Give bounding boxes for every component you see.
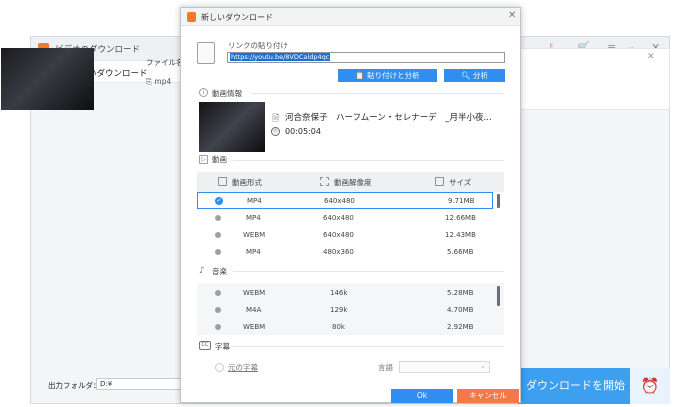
format-value: mp4 (154, 77, 172, 86)
video-format: MP4 (246, 214, 261, 222)
column-format: 動画形式 (232, 178, 262, 187)
audio-row[interactable]: WEBM 146k 5.28MB (197, 284, 493, 301)
audio-row[interactable]: M4A 129k 4.70MB (197, 301, 493, 318)
video-format: WEBM (243, 231, 266, 239)
video-icon: ▷ (199, 155, 208, 164)
clipboard-icon: 📋 (355, 71, 368, 80)
ok-button[interactable]: Ok (391, 389, 453, 403)
remove-item-close-icon[interactable]: ✕ (647, 52, 655, 62)
url-value: https://youtu.be/8VDCaldp4qc (230, 53, 331, 61)
radio-button[interactable] (215, 232, 221, 238)
divider (233, 271, 504, 272)
video-duration: 00:05:04 (285, 127, 321, 136)
divider (233, 346, 504, 347)
analyze-label: 分析 (472, 71, 488, 80)
audio-list-scrollbar[interactable] (497, 286, 500, 306)
video-table-header: 動画形式 動画解像度 サイズ (197, 172, 504, 192)
video-size: 9.71MB (448, 197, 475, 205)
chevron-down-icon[interactable]: ⌄ (480, 362, 486, 370)
output-folder-input[interactable]: D:¥ (96, 378, 182, 390)
resolution-icon (320, 177, 329, 186)
radio-button[interactable] (215, 249, 221, 255)
file-icon: ⎘ (146, 77, 152, 86)
new-download-dialog: 新しいダウンロード ✕ リンクの貼り付け https://youtu.be/8V… (180, 7, 521, 403)
app-logo-icon (187, 12, 196, 22)
video-format: MP4 (247, 197, 262, 205)
original-subtitle-label[interactable]: 元の字幕 (228, 362, 258, 373)
alarm-clock-icon[interactable]: ⏰ (630, 368, 670, 404)
document-icon: 🗎 (272, 114, 280, 124)
language-select[interactable] (399, 361, 490, 373)
audio-bitrate: 146k (330, 289, 348, 297)
column-resolution: 動画解像度 (334, 178, 372, 187)
audio-bitrate: 129k (330, 306, 348, 314)
video-info-title: 動画情報 (212, 89, 242, 98)
audio-format: WEBM (243, 323, 266, 331)
audio-format: M4A (246, 306, 262, 314)
size-icon (435, 177, 444, 186)
search-icon: 🔍︎ (461, 71, 473, 80)
format-label: ⎘ mp4 (146, 77, 171, 87)
radio-button[interactable] (215, 215, 221, 221)
format-icon (218, 177, 227, 186)
video-row[interactable]: WEBM 640x480 12.43MB (197, 226, 493, 243)
cancel-button[interactable]: キャンセル (457, 389, 519, 403)
download-item-thumbnail (1, 48, 94, 110)
audio-size: 2.92MB (447, 323, 474, 331)
video-resolution: 640x480 (323, 214, 354, 222)
subtitle-section-title: 字幕 (215, 342, 230, 351)
dialog-title: 新しいダウンロード (201, 13, 273, 22)
radio-button[interactable] (215, 290, 221, 296)
video-resolution: 480x360 (323, 248, 354, 256)
dialog-titlebar: 新しいダウンロード ✕ (181, 8, 520, 26)
audio-size: 4.70MB (447, 306, 474, 314)
paste-and-analyze-button[interactable]: 📋 貼り付けと分析 (338, 69, 437, 82)
column-size: サイズ (449, 178, 472, 187)
video-size: 12.43MB (445, 231, 476, 239)
audio-size: 5.28MB (447, 289, 474, 297)
paste-and-analyze-label: 貼り付けと分析 (367, 71, 420, 80)
radio-button[interactable] (215, 307, 221, 313)
url-input[interactable]: https://youtu.be/8VDCaldp4qc (227, 52, 505, 63)
radio-button[interactable] (215, 324, 221, 330)
video-row[interactable]: MP4 640x480 12.66MB (197, 209, 493, 226)
subtitle-cc-icon: CC (199, 341, 211, 350)
output-folder-label: 出力フォルダ： (48, 381, 101, 390)
dialog-close-icon[interactable]: ✕ (508, 10, 516, 21)
video-section-title: 動画 (212, 155, 227, 164)
video-row[interactable]: ✓ MP4 640x480 9.71MB (197, 192, 493, 209)
divider (251, 93, 504, 94)
audio-row[interactable]: WEBM 80k 2.92MB (197, 318, 493, 335)
audio-bitrate: 80k (332, 323, 345, 331)
music-icon: ♪ (199, 266, 205, 276)
video-title: 河合奈保子 ハーフムーン・セレナーデ _月半小夜... (285, 113, 492, 123)
divider (233, 160, 504, 161)
video-size: 5.66MB (447, 248, 474, 256)
video-list-scrollbar[interactable] (497, 194, 500, 208)
start-download-button[interactable]: ダウンロードを開始 (518, 368, 630, 404)
original-subtitle-radio[interactable] (215, 363, 224, 372)
video-resolution: 640x480 (324, 197, 355, 205)
check-icon[interactable]: ✓ (215, 197, 223, 205)
info-icon: i (199, 88, 208, 97)
video-size: 12.66MB (445, 214, 476, 222)
analyze-button[interactable]: 🔍︎ 分析 (444, 69, 505, 82)
language-label: 言語 (378, 363, 393, 372)
url-file-icon (197, 42, 215, 64)
paste-link-label: リンクの貼り付け (228, 41, 288, 50)
video-resolution: 640x480 (323, 231, 354, 239)
video-format: MP4 (246, 248, 261, 256)
audio-format: WEBM (243, 289, 266, 297)
video-row[interactable]: MP4 480x360 5.66MB (197, 243, 493, 260)
audio-section-title: 音楽 (212, 267, 227, 276)
clock-icon: ◴ (271, 127, 280, 136)
video-thumbnail (199, 102, 265, 152)
